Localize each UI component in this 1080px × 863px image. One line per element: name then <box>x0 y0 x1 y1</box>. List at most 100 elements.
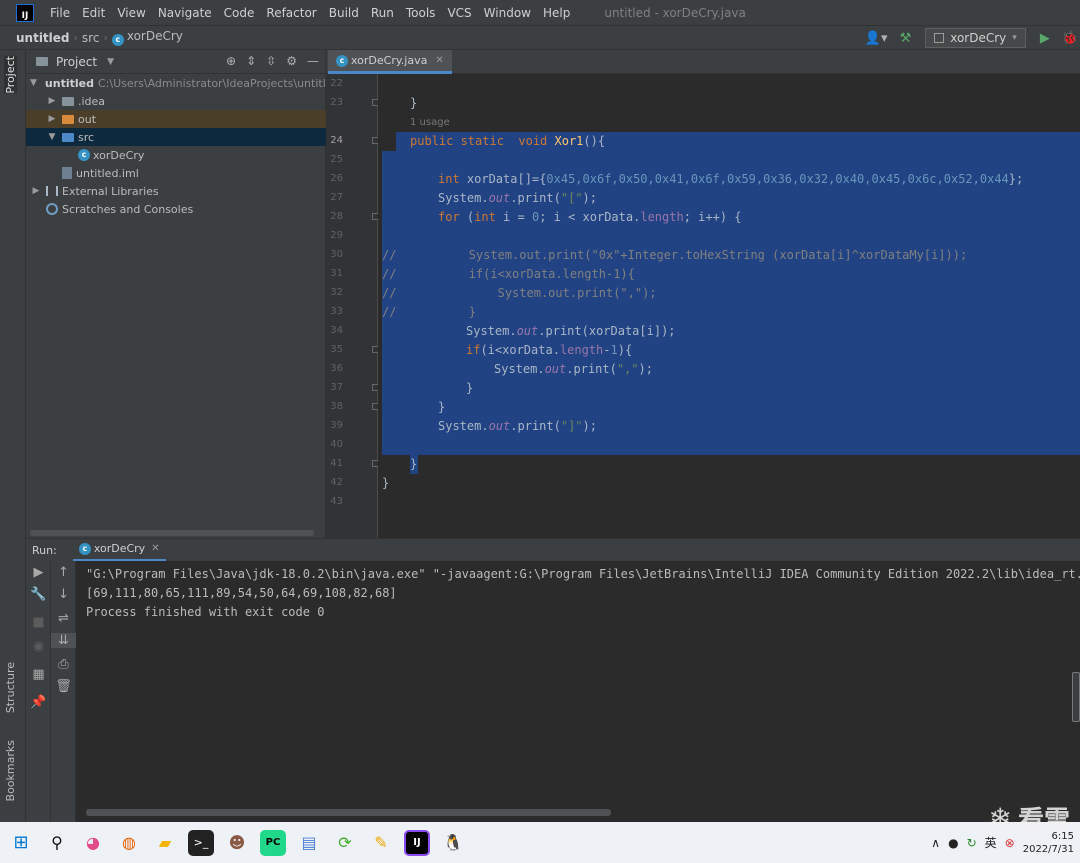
debug-icon[interactable]: 🐞 <box>1062 31 1078 46</box>
menu-edit[interactable]: Edit <box>76 0 111 26</box>
watermark: ❄ 看雪 <box>989 800 1070 837</box>
code-token: .print( <box>566 362 617 376</box>
notes-app-icon[interactable]: ✎ <box>368 830 394 856</box>
firefox-icon[interactable]: ◍ <box>116 830 142 856</box>
user-icon[interactable]: 👤▾ <box>865 31 888 46</box>
line-number: 27 <box>330 192 343 203</box>
chevron-up-icon[interactable]: ∧ <box>931 836 940 850</box>
tree-item-external-libraries[interactable]: ▶ External Libraries <box>26 182 326 200</box>
editor-tab-xordecry[interactable]: c xorDeCry.java ✕ <box>328 50 452 74</box>
rerun-icon[interactable]: ▶ <box>26 565 51 580</box>
file-explorer-icon[interactable]: ▰ <box>152 830 178 856</box>
code-token: .print(xorData[i]); <box>538 324 676 338</box>
tool-tab-project[interactable]: Project <box>4 56 17 94</box>
code-token: "[" <box>560 191 583 205</box>
menu-build[interactable]: Build <box>323 0 365 26</box>
close-icon[interactable]: ✕ <box>151 543 159 554</box>
pycharm-icon[interactable]: PC <box>260 829 286 856</box>
chevron-right-icon[interactable]: ▶ <box>46 114 58 124</box>
recycle-app-icon[interactable]: ⟳ <box>332 830 358 856</box>
intellij-taskbar-icon[interactable]: IJ <box>404 829 430 856</box>
notepad-icon[interactable]: ▤ <box>296 830 322 856</box>
expand-all-icon[interactable]: ⇕ <box>246 54 256 68</box>
tool-tab-bookmarks[interactable]: Bookmarks <box>4 740 17 801</box>
tree-item-untitled[interactable]: ▼ untitled C:\Users\Administrator\IdeaPr… <box>26 74 326 92</box>
menu-view[interactable]: View <box>111 0 151 26</box>
code-editor[interactable]: } 1 usage public static void Xor1(){ int… <box>378 74 1080 538</box>
tool-tab-structure[interactable]: Structure <box>4 662 17 713</box>
qq-icon[interactable]: 🐧 <box>440 830 466 856</box>
usage-hint[interactable]: 1 usage <box>410 113 450 132</box>
update-icon[interactable]: ↻ <box>967 836 977 850</box>
print-icon[interactable]: ⎙ <box>51 657 76 672</box>
scroll-to-end-icon[interactable]: ⇊ <box>51 633 76 648</box>
chevron-down-icon[interactable]: ▼ <box>107 57 114 67</box>
camera-icon[interactable]: ◉ <box>26 639 51 654</box>
arrow-up-icon[interactable]: ↑ <box>51 565 76 580</box>
search-icon[interactable]: ⚲ <box>44 830 70 856</box>
menu-help[interactable]: Help <box>537 0 576 26</box>
stop-icon[interactable]: ■ <box>26 615 51 630</box>
menu-vcs[interactable]: VCS <box>441 0 477 26</box>
tree-item-idea[interactable]: ▶ .idea <box>26 92 326 110</box>
avatar-app-icon[interactable]: ☻ <box>224 830 250 856</box>
tree-item-out[interactable]: ▶ out <box>26 110 326 128</box>
line-number: 23 <box>330 97 343 108</box>
wrench-icon[interactable]: 🔧 <box>26 587 51 602</box>
menu-tools[interactable]: Tools <box>400 0 442 26</box>
tree-item-scratches[interactable]: Scratches and Consoles <box>26 200 326 218</box>
tree-item-label: untitled <box>44 76 94 90</box>
soft-wrap-icon[interactable]: ⇌ <box>51 611 76 626</box>
arrow-down-icon[interactable]: ↓ <box>51 587 76 602</box>
code-line-23: } <box>410 96 418 110</box>
code-token: ); <box>582 419 597 433</box>
tree-item-xordecry[interactable]: c xorDeCry <box>26 146 326 164</box>
run-configuration-dropdown[interactable]: xorDeCry ▾ <box>925 28 1026 48</box>
line-number: 42 <box>330 477 343 488</box>
breadcrumb-file[interactable]: c xorDeCry <box>108 29 187 46</box>
horizontal-scrollbar[interactable] <box>86 809 611 816</box>
menu-window[interactable]: Window <box>478 0 537 26</box>
menu-run[interactable]: Run <box>365 0 400 26</box>
console-output[interactable]: "G:\Program Files\Java\jdk-18.0.2\bin\ja… <box>76 561 1080 822</box>
run-icon[interactable]: ▶ <box>1040 31 1050 46</box>
pin-icon[interactable]: 📌 <box>26 695 51 710</box>
menu-navigate[interactable]: Navigate <box>152 0 218 26</box>
tree-item-iml[interactable]: untitled.iml <box>26 164 326 182</box>
close-icon[interactable]: ✕ <box>435 55 443 66</box>
intellij-logo-icon[interactable]: IJ <box>16 3 34 22</box>
breadcrumb-project[interactable]: untitled <box>0 31 74 45</box>
gear-icon[interactable]: ⚙ <box>286 54 297 68</box>
collapse-all-icon[interactable]: ⇳ <box>266 54 276 68</box>
hide-panel-icon[interactable]: — <box>307 54 319 68</box>
code-token: System. <box>466 324 517 338</box>
menu-file[interactable]: File <box>44 0 76 26</box>
chevron-right-icon[interactable]: ▶ <box>30 186 42 196</box>
security-icon[interactable]: ⊗ <box>1005 836 1015 850</box>
trash-icon[interactable]: 🗑 <box>51 679 76 694</box>
run-toolbar-primary: ▶ 🔧 ■ ◉ ▦ 📌 <box>26 561 51 822</box>
iml-file-icon <box>62 167 72 179</box>
project-panel-title[interactable]: Project <box>56 55 97 69</box>
chevron-right-icon[interactable]: ▶ <box>46 96 58 106</box>
windows-start-icon[interactable]: ⊞ <box>8 830 34 856</box>
chevron-down-icon[interactable]: ▼ <box>46 132 58 142</box>
build-hammer-icon[interactable]: ⚒ <box>900 31 912 46</box>
tree-item-src[interactable]: ▼ src <box>26 128 326 146</box>
network-icon[interactable]: ● <box>948 836 958 850</box>
run-config-file-icon <box>934 33 945 43</box>
tree-item-label: out <box>78 112 97 126</box>
run-config-label: xorDeCry <box>950 31 1007 45</box>
layout-icon[interactable]: ▦ <box>26 667 51 682</box>
scroll-indicator[interactable] <box>1072 672 1080 722</box>
horizontal-scrollbar[interactable] <box>30 530 314 536</box>
menu-code[interactable]: Code <box>218 0 261 26</box>
code-token: ; i < xorData. <box>539 210 641 224</box>
browser-icon[interactable]: ◕ <box>80 830 106 856</box>
terminal-icon[interactable]: >_ <box>188 829 214 856</box>
locate-file-icon[interactable]: ⊕ <box>226 54 236 68</box>
run-tab-xordecry[interactable]: c xorDeCry ✕ <box>72 539 166 562</box>
breadcrumb-folder[interactable]: src <box>78 31 104 45</box>
chevron-down-icon[interactable]: ▼ <box>30 78 37 88</box>
menu-refactor[interactable]: Refactor <box>260 0 322 26</box>
